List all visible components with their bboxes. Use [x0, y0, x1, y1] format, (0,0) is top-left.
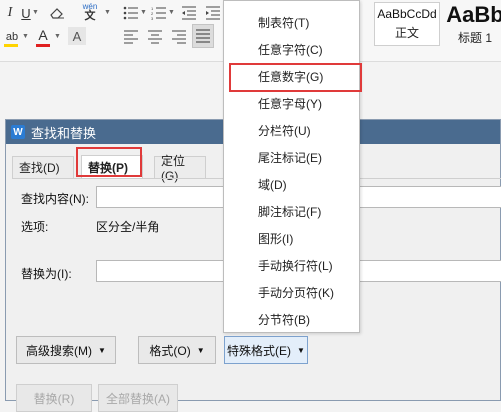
font-color-bar [36, 44, 50, 47]
italic-button[interactable]: I [2, 2, 18, 24]
dialog-title: 查找和替换 [31, 125, 97, 141]
menu-item-tab-char[interactable]: 制表符(T) [224, 9, 359, 36]
find-what-label: 查找内容(N): [21, 192, 89, 206]
menu-item-graphic[interactable]: 图形(I) [224, 225, 359, 252]
tab-find[interactable]: 查找(D) [12, 156, 74, 178]
advanced-search-label: 高级搜索(M) [26, 343, 93, 358]
menu-item-column-break[interactable]: 分栏符(U) [224, 117, 359, 144]
bullet-list-icon[interactable] [122, 2, 140, 24]
justify-icon[interactable] [192, 24, 214, 48]
numbering-options-caret[interactable]: ▼ [168, 9, 175, 16]
menu-item-endnote-mark[interactable]: 尾注标记(E) [224, 144, 359, 171]
wps-logo-icon: W [11, 125, 25, 139]
advanced-search-button[interactable]: 高级搜索(M) ▼ [16, 336, 116, 364]
increase-indent-icon[interactable] [204, 2, 222, 24]
replace-with-label: 替换为(I): [21, 267, 72, 281]
align-right-icon[interactable] [170, 26, 188, 48]
font-color-options-caret[interactable]: ▼ [54, 33, 61, 40]
style-heading1-preview: AaBb [446, 2, 501, 27]
decrease-indent-icon[interactable] [180, 2, 198, 24]
chevron-down-icon: ▼ [98, 345, 106, 355]
chevron-down-icon: ▼ [297, 345, 305, 355]
replace-button[interactable]: 替换(R) [16, 384, 92, 412]
tab-replace-highlight [76, 147, 142, 177]
menu-item-manual-line-break[interactable]: 手动换行符(L) [224, 252, 359, 279]
style-heading1-label: 标题 1 [457, 31, 492, 45]
special-format-menu: 制表符(T) 任意字符(C) 任意数字(G) 任意字母(Y) 分栏符(U) 尾注… [223, 0, 362, 333]
menu-item-field[interactable]: 域(D) [224, 171, 359, 198]
format-button[interactable]: 格式(O) ▼ [138, 336, 216, 364]
wen-glyph: 文 [84, 9, 96, 22]
pinyin-guide-button[interactable]: wén 文 [76, 0, 104, 22]
menu-item-section-break[interactable]: 分节符(B) [224, 306, 359, 333]
highlight-ab: ab [5, 31, 19, 43]
svg-text:3: 3 [151, 16, 154, 20]
style-normal[interactable]: AaBbCcDd 正文 [374, 2, 440, 46]
menu-item-any-letter[interactable]: 任意字母(Y) [224, 90, 359, 117]
align-left-icon[interactable] [122, 26, 140, 48]
menu-item-footnote-mark[interactable]: 脚注标记(F) [224, 198, 359, 225]
replace-all-button[interactable]: 全部替换(A) [98, 384, 178, 412]
special-format-button[interactable]: 特殊格式(E) ▼ [224, 336, 308, 364]
chevron-down-icon: ▼ [196, 345, 205, 355]
align-center-icon[interactable] [146, 26, 164, 48]
format-label: 格式(O) [149, 343, 191, 358]
options-value: 区分全/半角 [96, 220, 160, 234]
numbered-list-icon[interactable]: 123 [150, 2, 168, 24]
bullet-options-caret[interactable]: ▼ [140, 9, 147, 16]
any-digit-highlight [229, 63, 362, 92]
style-heading1[interactable]: AaBb 标题 1 [442, 2, 501, 46]
menu-item-any-char[interactable]: 任意字符(C) [224, 36, 359, 63]
highlight-options-caret[interactable]: ▼ [22, 33, 29, 40]
tab-goto[interactable]: 定位(G) [154, 154, 206, 183]
options-label: 选项: [21, 220, 49, 234]
style-normal-preview: AaBbCcDd [377, 7, 437, 21]
pinyin-options-caret[interactable]: ▼ [104, 9, 111, 16]
special-format-label: 特殊格式(E) [227, 343, 292, 358]
eraser-icon[interactable] [46, 2, 68, 24]
underline-options-caret[interactable]: ▼ [32, 9, 39, 16]
font-color-button[interactable]: A [34, 24, 52, 46]
char-shading-button[interactable]: A [68, 27, 86, 45]
style-normal-label: 正文 [394, 26, 419, 40]
highlight-color-bar [4, 44, 18, 47]
menu-item-manual-page-break[interactable]: 手动分页符(K) [224, 279, 359, 306]
